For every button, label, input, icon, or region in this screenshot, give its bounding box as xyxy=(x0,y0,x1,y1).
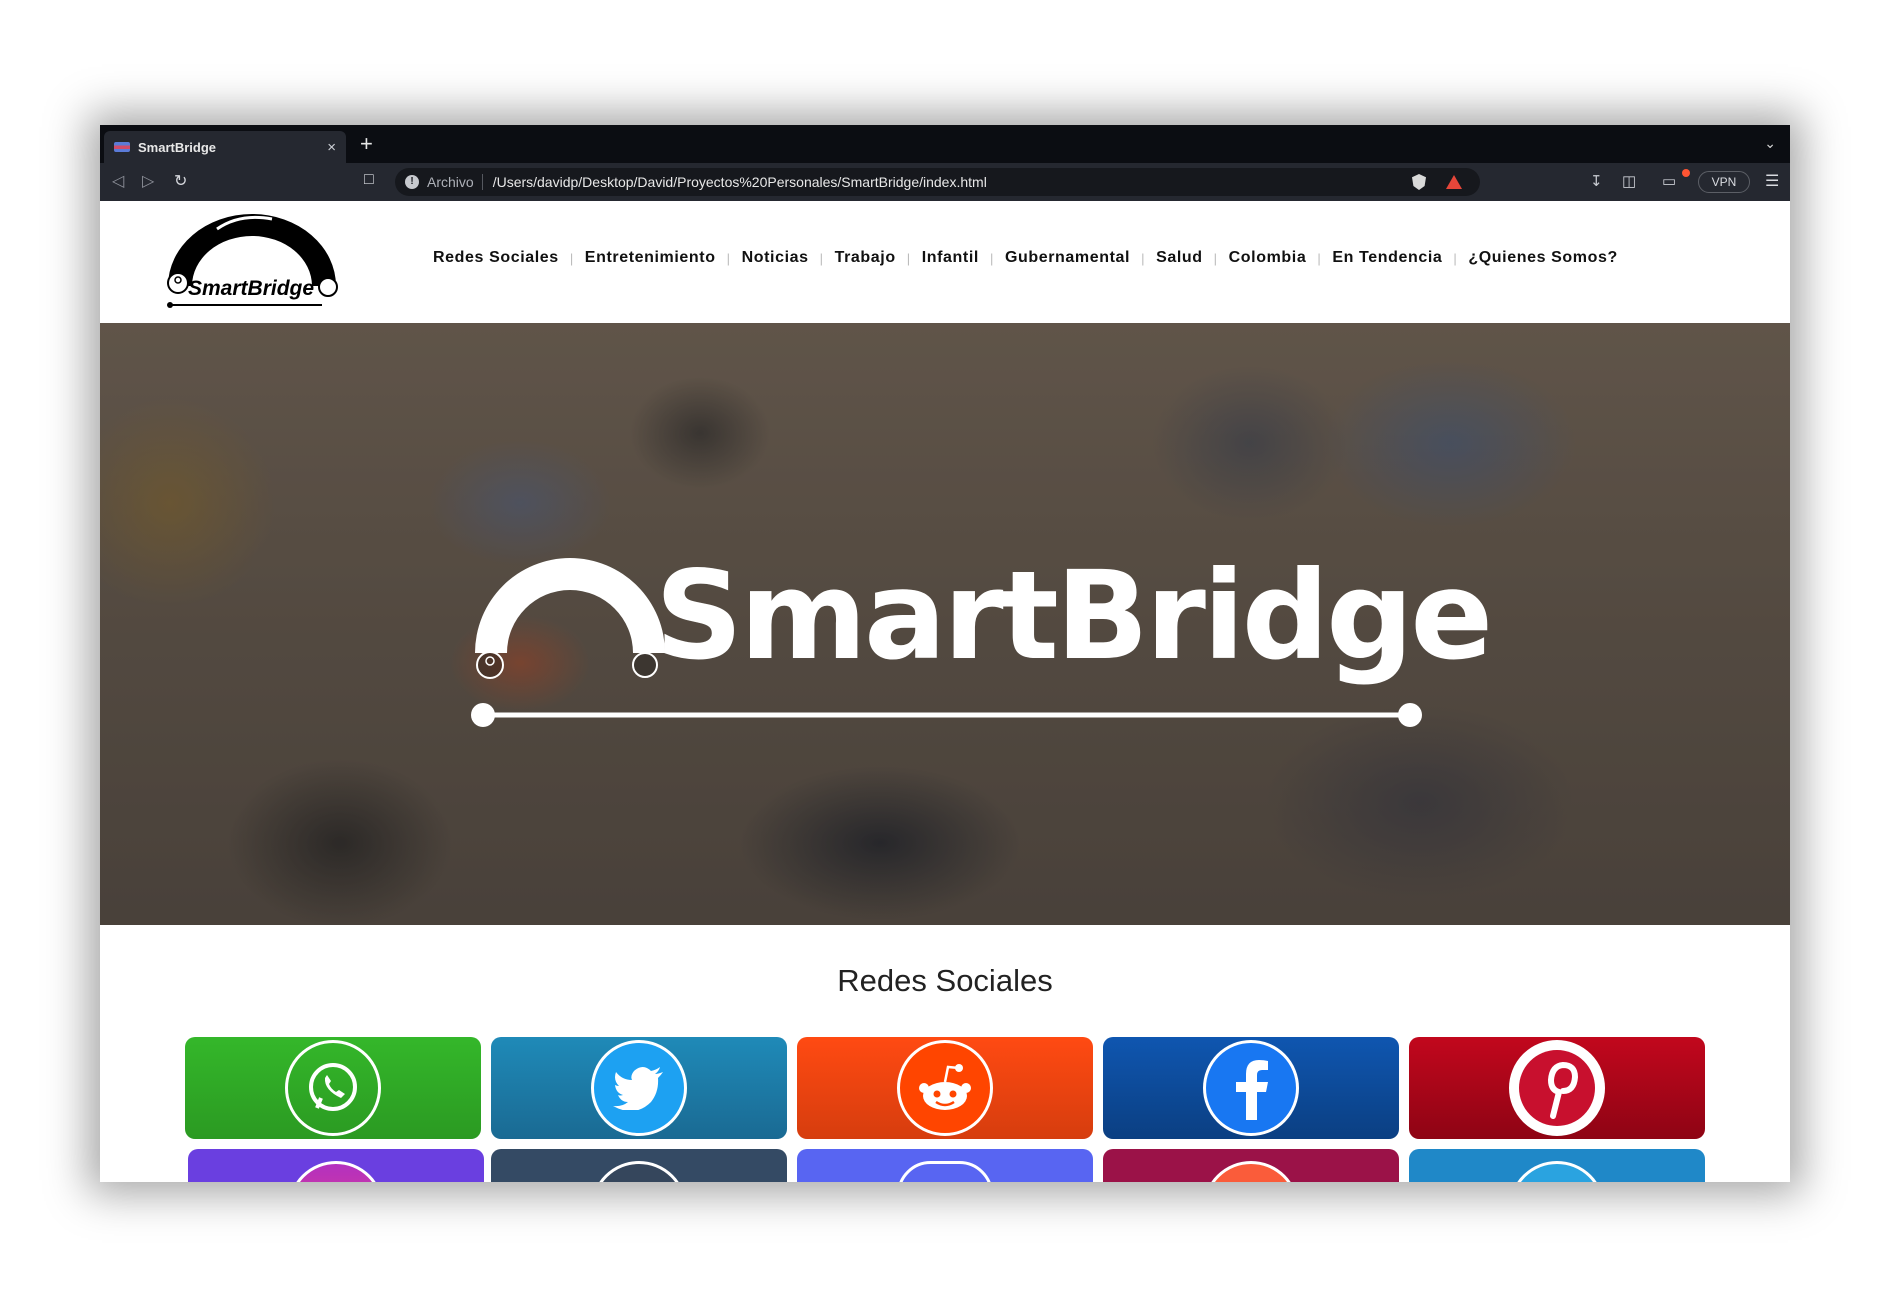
nav-separator: | xyxy=(989,251,994,266)
telegram-tile[interactable] xyxy=(1409,1149,1705,1182)
nav-salud[interactable]: Salud xyxy=(1156,249,1203,269)
hero-wordmark: SmartBridge xyxy=(655,545,1493,687)
browser-toolbar: ◁ ▷ ↻ □ ! Archivo /Users/davidp/Desktop/… xyxy=(100,163,1790,201)
reddit-tile[interactable] xyxy=(797,1037,1093,1139)
sidebar-icon[interactable]: ◫ xyxy=(1622,172,1636,190)
tab-close-icon[interactable]: × xyxy=(327,139,336,156)
whatsapp-icon xyxy=(285,1040,381,1136)
instagram-tile[interactable] xyxy=(188,1149,484,1182)
address-bar[interactable]: ! Archivo /Users/davidp/Desktop/David/Pr… xyxy=(395,168,1480,196)
nav-separator: | xyxy=(569,251,574,266)
vpn-button[interactable]: VPN xyxy=(1698,171,1750,193)
nav-en-tendencia[interactable]: En Tendencia xyxy=(1332,249,1442,269)
pinterest-tile[interactable] xyxy=(1409,1037,1705,1139)
tumblr-tile[interactable] xyxy=(491,1149,787,1182)
nav-quienes-somos[interactable]: ¿Quienes Somos? xyxy=(1468,249,1617,269)
tab-search-chevron-icon[interactable]: ⌄ xyxy=(1764,135,1776,152)
hero-banner: SmartBridge xyxy=(100,323,1790,925)
back-icon[interactable]: ◁ xyxy=(112,171,124,191)
browser-tab[interactable]: SmartBridge × xyxy=(104,131,346,163)
music-tile[interactable] xyxy=(1103,1149,1399,1182)
new-tab-button[interactable]: + xyxy=(360,133,373,155)
nav-infantil[interactable]: Infantil xyxy=(922,249,979,269)
bookmark-icon[interactable]: □ xyxy=(364,171,374,189)
nav-separator: | xyxy=(1453,251,1458,266)
forward-icon[interactable]: ▷ xyxy=(142,171,154,191)
discord-icon xyxy=(897,1161,993,1182)
reddit-icon xyxy=(897,1040,993,1136)
nav-separator: | xyxy=(726,251,731,266)
url-scheme-label: Archivo xyxy=(427,174,483,190)
nav-gubernamental[interactable]: Gubernamental xyxy=(1005,249,1130,269)
wallet-icon[interactable]: ▭ xyxy=(1662,172,1676,190)
twitter-icon xyxy=(591,1040,687,1136)
pinterest-icon xyxy=(1509,1040,1605,1136)
brave-shield-icon[interactable] xyxy=(1412,174,1426,190)
facebook-icon xyxy=(1203,1040,1299,1136)
nav-colombia[interactable]: Colombia xyxy=(1229,249,1307,269)
telegram-icon xyxy=(1509,1161,1605,1182)
nav-redes-sociales[interactable]: Redes Sociales xyxy=(433,249,559,269)
whatsapp-tile[interactable] xyxy=(185,1037,481,1139)
tab-title: SmartBridge xyxy=(138,139,217,155)
instagram-icon xyxy=(288,1161,384,1182)
nav-separator: | xyxy=(1141,251,1146,266)
nav-trabajo[interactable]: Trabajo xyxy=(835,249,896,269)
url-text[interactable]: /Users/davidp/Desktop/David/Proyectos%20… xyxy=(493,174,1412,190)
brave-rewards-icon[interactable] xyxy=(1446,175,1462,189)
browser-window: SmartBridge × + ⌄ ◁ ▷ ↻ □ ! Archivo /Use… xyxy=(100,125,1790,1182)
discord-tile[interactable] xyxy=(797,1149,1093,1182)
site-header: SmartBridge Redes Sociales | Entretenimie… xyxy=(100,201,1790,323)
site-info-icon[interactable]: ! xyxy=(405,175,419,189)
tab-strip: SmartBridge × + ⌄ xyxy=(100,125,1790,163)
nav-separator: | xyxy=(819,251,824,266)
downloads-icon[interactable]: ↧ xyxy=(1590,172,1603,190)
nav-entretenimiento[interactable]: Entretenimiento xyxy=(585,249,716,269)
menu-icon[interactable]: ☰ xyxy=(1765,171,1779,191)
favicon-icon xyxy=(114,142,130,152)
tumblr-icon xyxy=(591,1161,687,1182)
nav-separator: | xyxy=(1213,251,1218,266)
nav-separator: | xyxy=(906,251,911,266)
music-icon xyxy=(1203,1161,1299,1182)
reload-icon[interactable]: ↻ xyxy=(174,171,187,191)
twitter-tile[interactable] xyxy=(491,1037,787,1139)
facebook-tile[interactable] xyxy=(1103,1037,1399,1139)
nav-noticias[interactable]: Noticias xyxy=(742,249,809,269)
main-nav: Redes Sociales | Entretenimiento | Noticia… xyxy=(433,249,1618,269)
logo-text: SmartBridge xyxy=(188,277,315,300)
nav-separator: | xyxy=(1317,251,1322,266)
notification-dot xyxy=(1682,169,1690,177)
section-title: Redes Sociales xyxy=(837,963,1053,998)
